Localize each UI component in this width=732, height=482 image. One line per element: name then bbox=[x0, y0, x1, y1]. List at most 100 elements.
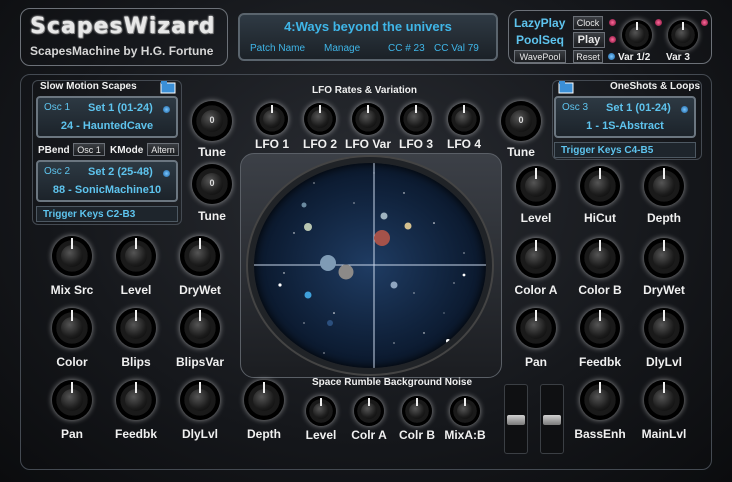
color-b-knob[interactable] bbox=[575, 233, 625, 283]
patch-name-display[interactable]: 4:Ways beyond the univers bbox=[240, 19, 496, 34]
left-feedbk-label: Feedbk bbox=[114, 427, 157, 441]
right-depth-label: Depth bbox=[647, 211, 681, 225]
var12-led bbox=[655, 19, 662, 26]
poolseq-button[interactable]: PoolSeq bbox=[516, 33, 564, 47]
noise-title: Space Rumble Background Noise bbox=[312, 377, 473, 388]
osc2-patch: 88 - SonicMachine10 bbox=[52, 184, 162, 196]
patch-name-button[interactable]: Patch Name bbox=[250, 43, 305, 54]
noise-colra-knob[interactable] bbox=[349, 391, 389, 431]
hicut-knob[interactable] bbox=[575, 161, 625, 211]
folder-icon-right[interactable] bbox=[558, 80, 574, 94]
left-dlylvl-knob[interactable] bbox=[175, 375, 225, 425]
right-drywet-knob[interactable] bbox=[639, 233, 689, 283]
var3-label: Var 3 bbox=[666, 52, 690, 63]
var12-label: Var 1/2 bbox=[618, 52, 651, 63]
left-drywet-label: DryWet bbox=[179, 283, 221, 297]
right-fader[interactable] bbox=[540, 384, 564, 454]
var3-led bbox=[701, 19, 708, 26]
bassenh-knob[interactable] bbox=[575, 375, 625, 425]
var3-knob[interactable] bbox=[663, 15, 703, 55]
right-depth-knob[interactable] bbox=[639, 161, 689, 211]
wavepool-button[interactable]: WavePool bbox=[514, 50, 566, 63]
space-xy-pad[interactable] bbox=[254, 163, 486, 368]
kmode-label: KMode bbox=[110, 145, 144, 156]
app-subtitle: ScapesMachine by H.G. Fortune bbox=[30, 44, 214, 58]
right-feedbk-knob[interactable] bbox=[575, 303, 625, 353]
mainlvl-label: MainLvl bbox=[641, 427, 687, 441]
osc1-patch: 24 - HauntedCave bbox=[60, 120, 154, 132]
osc3-led bbox=[681, 106, 688, 113]
tune-knob-1[interactable]: 0 bbox=[187, 96, 237, 146]
clock-button[interactable]: Clock bbox=[573, 16, 603, 30]
lfo3-knob[interactable] bbox=[395, 98, 437, 140]
osc2-box[interactable]: Osc 2 Set 2 (25-48) 88 - SonicMachine10 bbox=[36, 160, 178, 202]
left-pan-knob[interactable] bbox=[47, 375, 97, 425]
pbend-label: PBend bbox=[38, 145, 70, 156]
tune-label-1: Tune bbox=[198, 145, 226, 159]
tune-label-2: Tune bbox=[198, 209, 226, 223]
tune-knob-3[interactable]: 0 bbox=[496, 96, 546, 146]
right-dlylvl-label: DlyLvl bbox=[645, 355, 682, 369]
patch-display: 4:Ways beyond the univers Patch Name Man… bbox=[238, 13, 498, 61]
lfo1-knob[interactable] bbox=[251, 98, 293, 140]
left-fader[interactable] bbox=[504, 384, 528, 454]
osc3-label: Osc 3 bbox=[562, 102, 589, 113]
left-depth-label: Depth bbox=[247, 427, 281, 441]
left-depth-knob[interactable] bbox=[239, 375, 289, 425]
altern-button[interactable]: Altern bbox=[147, 143, 179, 156]
blipsvar-knob[interactable] bbox=[175, 303, 225, 353]
manage-button[interactable]: Manage bbox=[324, 43, 360, 54]
tune-label-3: Tune bbox=[507, 145, 535, 159]
left-drywet-knob[interactable] bbox=[175, 231, 225, 281]
noise-mixab-label: MixA:B bbox=[444, 428, 486, 442]
osc1-led bbox=[163, 106, 170, 113]
left-level-knob[interactable] bbox=[111, 231, 161, 281]
play-led bbox=[609, 36, 616, 43]
noise-colra-label: Colr A bbox=[351, 428, 387, 442]
play-button[interactable]: Play bbox=[573, 32, 605, 48]
tune-knob-2[interactable]: 0 bbox=[187, 159, 237, 209]
lfo1-label: LFO 1 bbox=[254, 137, 289, 151]
starfield bbox=[254, 163, 486, 368]
right-level-knob[interactable] bbox=[511, 161, 561, 211]
osc1-pbend-button[interactable]: Osc 1 bbox=[73, 143, 105, 156]
right-pan-knob[interactable] bbox=[511, 303, 561, 353]
blipsvar-label: BlipsVar bbox=[175, 355, 225, 369]
osc3-box[interactable]: Osc 3 Set 1 (01-24) 1 - 1S-Abstract bbox=[554, 96, 696, 138]
noise-level-knob[interactable] bbox=[301, 391, 341, 431]
osc1-box[interactable]: Osc 1 Set 1 (01-24) 24 - HauntedCave bbox=[36, 96, 178, 138]
mix-src-knob[interactable] bbox=[47, 231, 97, 281]
bassenh-label: BassEnh bbox=[574, 427, 626, 441]
lfo2-knob[interactable] bbox=[299, 98, 341, 140]
reset-button[interactable]: Reset bbox=[573, 50, 603, 63]
reset-led bbox=[608, 53, 615, 60]
oneshots-title: OneShots & Loops bbox=[610, 81, 700, 92]
osc3-set: Set 1 (01-24) bbox=[606, 102, 671, 114]
right-feedbk-label: Feedbk bbox=[578, 355, 621, 369]
left-pan-label: Pan bbox=[60, 427, 83, 441]
lazyplay-button[interactable]: LazyPlay bbox=[514, 16, 565, 30]
osc2-set: Set 2 (25-48) bbox=[88, 166, 153, 178]
color-a-knob[interactable] bbox=[511, 233, 561, 283]
left-color-knob[interactable] bbox=[47, 303, 97, 353]
app-logo: ScapesWizard bbox=[30, 14, 216, 39]
noise-mixab-knob[interactable] bbox=[445, 391, 485, 431]
osc3-patch: 1 - 1S-Abstract bbox=[586, 120, 664, 132]
scape-visualizer bbox=[240, 153, 502, 378]
right-drywet-label: DryWet bbox=[643, 283, 685, 297]
osc2-label: Osc 2 bbox=[44, 166, 71, 177]
color-b-label: Color B bbox=[578, 283, 622, 297]
left-feedbk-knob[interactable] bbox=[111, 375, 161, 425]
lfo-var-knob[interactable] bbox=[347, 98, 389, 140]
mainlvl-knob[interactable] bbox=[639, 375, 689, 425]
left-dlylvl-label: DlyLvl bbox=[181, 427, 218, 441]
right-dlylvl-knob[interactable] bbox=[639, 303, 689, 353]
lfo-title: LFO Rates & Variation bbox=[312, 85, 418, 96]
noise-colrb-knob[interactable] bbox=[397, 391, 437, 431]
lfo2-label: LFO 2 bbox=[302, 137, 337, 151]
lfo4-knob[interactable] bbox=[443, 98, 485, 140]
right-pan-label: Pan bbox=[524, 355, 547, 369]
folder-icon[interactable] bbox=[160, 80, 176, 94]
blips-knob[interactable] bbox=[111, 303, 161, 353]
var12-knob[interactable] bbox=[617, 15, 657, 55]
